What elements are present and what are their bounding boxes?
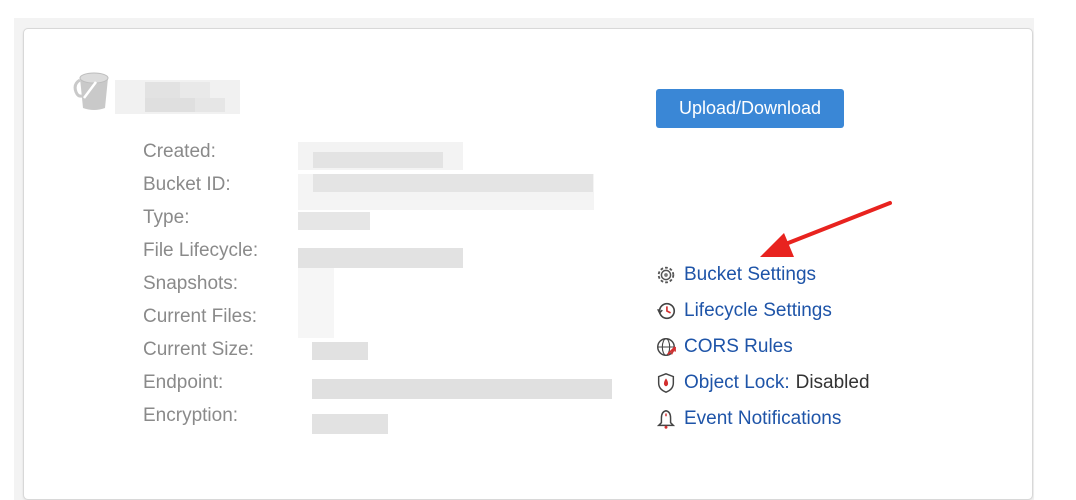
current-files-label: Current Files: (143, 306, 258, 327)
file-lifecycle-label: File Lifecycle: (143, 240, 259, 261)
cors-rules-link[interactable]: CORS Rules (684, 336, 793, 358)
endpoint-label: Endpoint: (143, 372, 224, 393)
upload-download-button[interactable]: Upload/Download (656, 89, 844, 128)
event-notifications-row[interactable]: Event Notifications (655, 407, 841, 431)
event-notifications-link[interactable]: Event Notifications (684, 408, 841, 430)
encryption-value-redacted (298, 414, 388, 436)
bucket-name-redacted (115, 80, 240, 114)
bucket-id-value-redacted (298, 174, 594, 210)
lifecycle-settings-link[interactable]: Lifecycle Settings (684, 300, 832, 322)
annotation-arrow (760, 201, 892, 257)
bell-icon (656, 410, 676, 429)
object-lock-status: Disabled (795, 372, 870, 393)
file-lifecycle-value-redacted (298, 248, 463, 270)
lifecycle-settings-row[interactable]: Lifecycle Settings (655, 299, 832, 323)
type-value-redacted (298, 212, 370, 234)
type-label: Type: (143, 207, 190, 228)
object-lock-row: Object Lock: Disabled (655, 371, 870, 395)
current-size-label: Current Size: (143, 339, 254, 360)
created-label: Created: (143, 141, 216, 162)
bucket-id-label: Bucket ID: (143, 174, 231, 195)
bucket-icon (73, 72, 109, 110)
current-size-value-redacted (298, 342, 388, 364)
snapshots-label: Snapshots: (143, 273, 239, 294)
created-value-redacted (298, 142, 463, 170)
gear-icon (657, 266, 675, 284)
object-lock-link[interactable]: Object Lock: (684, 372, 790, 394)
encryption-label: Encryption: (143, 405, 239, 426)
lifecycle-clock-icon (657, 302, 676, 320)
snapshots-value-redacted (298, 268, 334, 338)
cors-globe-icon (657, 338, 676, 356)
shield-lock-icon (657, 373, 675, 393)
endpoint-value-redacted (298, 379, 613, 401)
cors-rules-row[interactable]: CORS Rules (655, 335, 793, 359)
